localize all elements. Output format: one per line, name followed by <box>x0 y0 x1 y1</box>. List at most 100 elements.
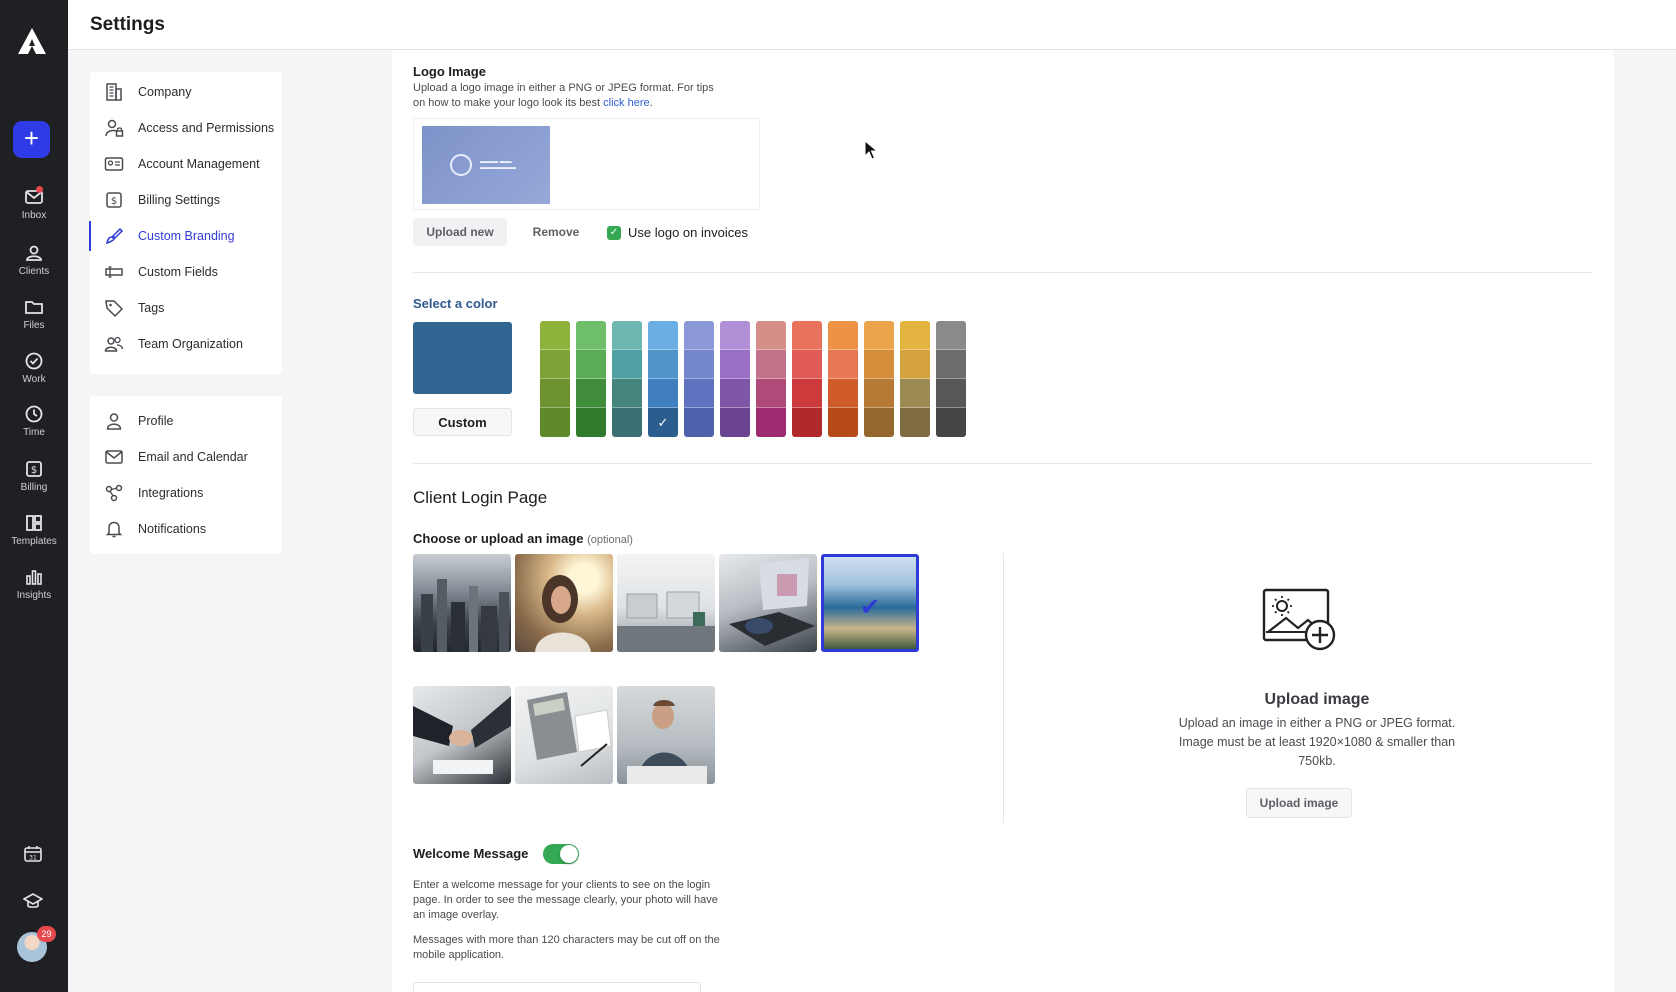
laptop-illustration <box>729 558 815 646</box>
upload-image-icon <box>1262 588 1336 651</box>
color-swatch[interactable] <box>792 408 822 437</box>
logo-preview-box: ▬▬▬ ▬▬ ▬▬▬▬▬▬ <box>413 118 760 210</box>
color-swatch[interactable] <box>900 321 930 350</box>
background-image-option-laptop[interactable] <box>719 554 817 652</box>
color-swatch[interactable] <box>756 321 786 350</box>
app-logo-icon[interactable] <box>16 26 48 56</box>
color-swatch[interactable] <box>612 379 642 408</box>
color-swatch[interactable] <box>540 379 570 408</box>
nav-label-company: Company <box>138 85 192 99</box>
color-swatch[interactable] <box>648 321 678 350</box>
color-swatch[interactable] <box>576 408 606 437</box>
color-swatch[interactable] <box>648 350 678 379</box>
color-swatch[interactable] <box>936 321 966 350</box>
background-image-option-person[interactable] <box>515 554 613 652</box>
color-swatch[interactable] <box>684 379 714 408</box>
rail-item-billing[interactable]: $ Billing <box>0 460 68 493</box>
use-logo-on-invoices-checkbox[interactable]: ✓ <box>607 226 621 240</box>
selected-color-preview <box>413 322 512 394</box>
rail-item-time[interactable]: Time <box>0 405 68 438</box>
color-swatch[interactable] <box>576 350 606 379</box>
color-swatch[interactable] <box>864 408 894 437</box>
rail-item-insights[interactable]: Insights <box>0 568 68 601</box>
nav-item-tags[interactable]: Tags <box>90 290 282 326</box>
upload-image-button[interactable]: Upload image <box>1246 788 1352 818</box>
nav-item-team-organization[interactable]: Team Organization <box>90 326 282 362</box>
color-swatch[interactable] <box>540 350 570 379</box>
color-swatch[interactable] <box>828 350 858 379</box>
color-swatch[interactable] <box>684 350 714 379</box>
nav-item-email-calendar[interactable]: Email and Calendar <box>90 439 282 475</box>
nav-item-profile[interactable]: Profile <box>90 403 282 439</box>
background-image-option-office[interactable] <box>617 554 715 652</box>
calendar-icon[interactable]: 31 <box>23 845 43 863</box>
nav-item-company[interactable]: Company <box>90 74 282 110</box>
color-swatch[interactable] <box>612 408 642 437</box>
bar-chart-icon <box>26 570 42 585</box>
welcome-message-input[interactable] <box>413 982 701 992</box>
color-swatch[interactable] <box>684 321 714 350</box>
background-image-option-coast[interactable]: ✔ <box>821 554 919 652</box>
color-swatch[interactable] <box>828 379 858 408</box>
color-swatch[interactable] <box>720 408 750 437</box>
nav-item-custom-branding[interactable]: Custom Branding <box>89 218 282 254</box>
color-swatch[interactable] <box>792 379 822 408</box>
background-image-option-businessman[interactable] <box>617 686 715 784</box>
nav-item-billing-settings[interactable]: $ Billing Settings <box>90 182 282 218</box>
custom-color-button[interactable]: Custom <box>413 408 512 436</box>
color-swatch[interactable] <box>900 379 930 408</box>
fields-icon <box>105 266 123 278</box>
color-swatch[interactable] <box>936 408 966 437</box>
color-swatch[interactable] <box>792 321 822 350</box>
svg-text:$: $ <box>31 465 37 476</box>
logo-tips-link[interactable]: click here <box>603 97 649 109</box>
welcome-message-toggle[interactable] <box>543 844 579 864</box>
color-swatch[interactable] <box>720 379 750 408</box>
nav-item-notifications[interactable]: Notifications <box>90 511 282 547</box>
logo-desc-line2: on how to make your logo look its best <box>413 97 604 109</box>
remove-logo-button[interactable]: Remove <box>520 218 592 246</box>
color-swatch[interactable] <box>936 350 966 379</box>
color-swatch[interactable] <box>936 379 966 408</box>
color-swatch[interactable] <box>864 379 894 408</box>
color-swatch[interactable] <box>756 379 786 408</box>
background-image-option-handshake[interactable] <box>413 686 511 784</box>
color-swatch[interactable] <box>612 321 642 350</box>
settings-nav-company: Company Access and Permissions Account M… <box>89 72 282 374</box>
rail-item-templates[interactable]: Templates <box>0 514 68 547</box>
color-swatch[interactable] <box>900 350 930 379</box>
color-swatch[interactable] <box>720 321 750 350</box>
color-swatch[interactable] <box>540 408 570 437</box>
nav-item-account-management[interactable]: Account Management <box>90 146 282 182</box>
rail-item-inbox[interactable]: Inbox <box>0 186 68 221</box>
color-swatch[interactable] <box>864 350 894 379</box>
create-new-button[interactable]: + <box>13 121 50 158</box>
color-swatch[interactable] <box>720 350 750 379</box>
background-image-option-city[interactable] <box>413 554 511 652</box>
graduation-cap-icon[interactable] <box>23 892 43 910</box>
select-color-title: Select a color <box>413 296 498 311</box>
avatar-notification-badge: 29 <box>37 926 56 942</box>
rail-item-work[interactable]: Work <box>0 352 68 385</box>
color-swatch[interactable] <box>864 321 894 350</box>
background-image-option-calculator[interactable] <box>515 686 613 784</box>
color-swatch[interactable] <box>828 321 858 350</box>
nav-item-custom-fields[interactable]: Custom Fields <box>90 254 282 290</box>
color-swatch[interactable] <box>576 321 606 350</box>
color-swatch[interactable] <box>900 408 930 437</box>
nav-item-access-permissions[interactable]: Access and Permissions <box>90 110 282 146</box>
color-swatch-selected[interactable]: ✓ <box>648 408 678 437</box>
color-swatch[interactable] <box>648 379 678 408</box>
color-swatch[interactable] <box>576 379 606 408</box>
nav-item-integrations[interactable]: Integrations <box>90 475 282 511</box>
color-swatch[interactable] <box>756 408 786 437</box>
color-swatch[interactable] <box>540 321 570 350</box>
color-swatch[interactable] <box>756 350 786 379</box>
rail-item-files[interactable]: Files <box>0 298 68 331</box>
rail-item-clients[interactable]: Clients <box>0 244 68 277</box>
color-swatch[interactable] <box>828 408 858 437</box>
upload-new-logo-button[interactable]: Upload new <box>413 218 507 246</box>
color-swatch[interactable] <box>684 408 714 437</box>
color-swatch[interactable] <box>792 350 822 379</box>
color-swatch[interactable] <box>612 350 642 379</box>
